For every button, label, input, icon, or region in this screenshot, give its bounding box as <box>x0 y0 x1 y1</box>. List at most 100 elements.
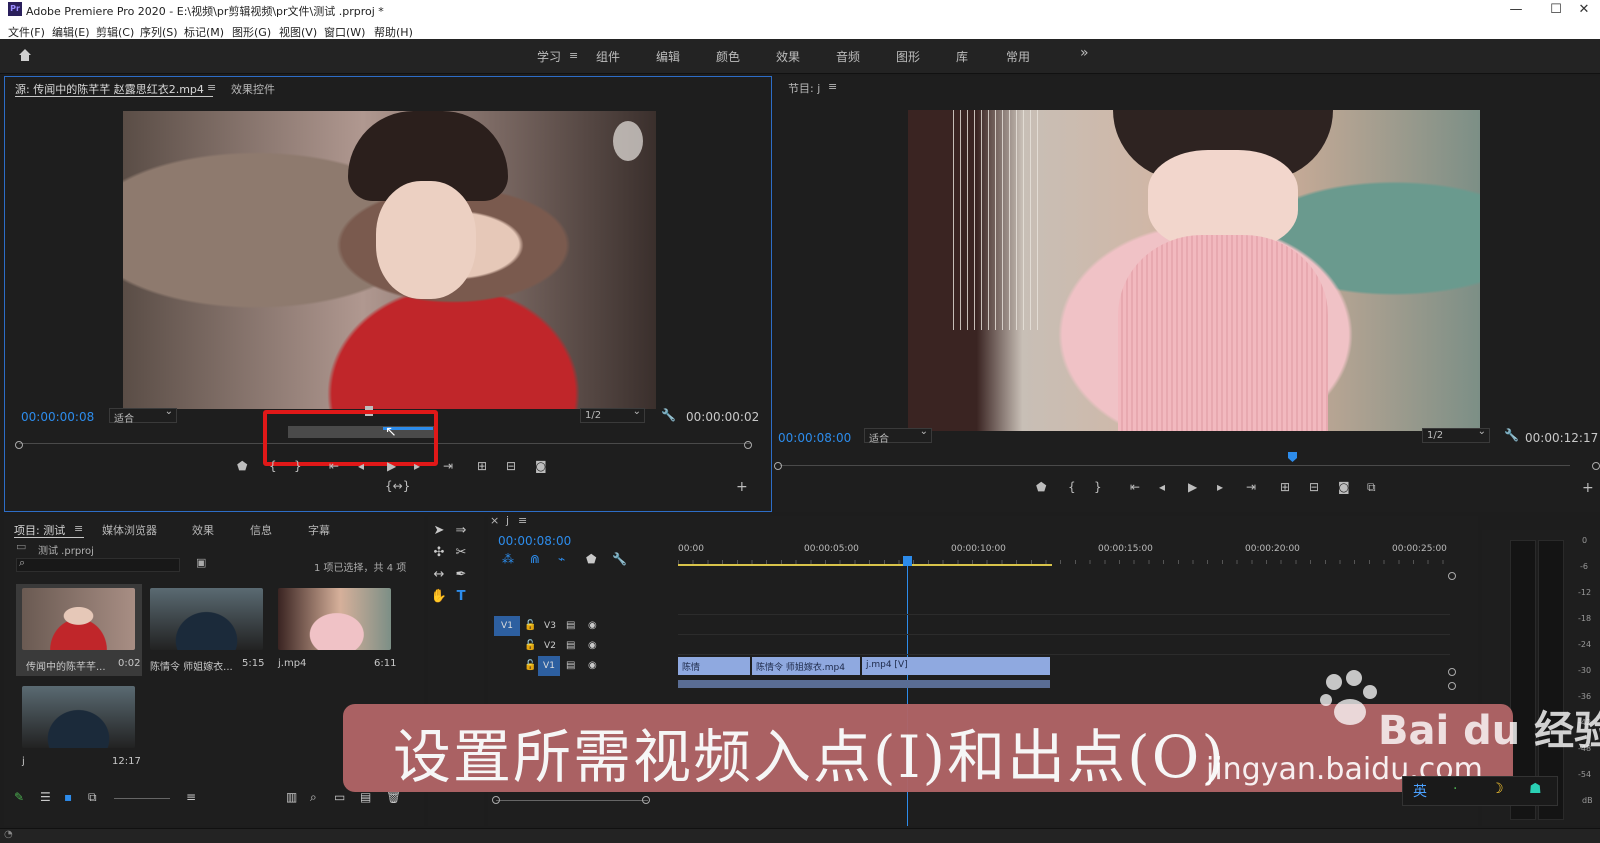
workspace-more-icon[interactable]: » <box>1080 45 1089 61</box>
overwrite-icon[interactable]: ⊟ <box>506 459 516 473</box>
program-step-back-icon[interactable]: ◂ <box>1159 480 1165 494</box>
eye-icon[interactable]: ◉ <box>588 660 597 671</box>
project-search-input[interactable] <box>16 558 180 572</box>
program-playhead-timecode[interactable]: 00:00:08:00 <box>778 431 851 445</box>
lock-icon[interactable]: 🔓 <box>524 620 536 631</box>
pencil-icon[interactable]: ✎ <box>14 790 24 804</box>
workspace-color[interactable]: 颜色 <box>716 48 740 65</box>
ripple-edit-tool-icon[interactable]: ✣ <box>430 544 448 562</box>
tab-media-browser[interactable]: 媒体浏览器 <box>102 522 157 538</box>
source-resolution-dropdown[interactable]: 1/2 <box>580 406 645 423</box>
comparison-view-icon[interactable]: ⧉ <box>1367 480 1376 495</box>
add-marker-icon[interactable]: ⬟ <box>237 459 247 473</box>
clip-chenqingling-mp4[interactable]: 陈情令 师姐嫁衣.mp4 <box>752 657 860 675</box>
timeline-zoom-right[interactable] <box>642 796 650 804</box>
menu-view[interactable]: 视图(V) <box>279 24 317 40</box>
track-label-v3[interactable]: V3 <box>540 616 560 636</box>
zoom-handle-left[interactable] <box>15 441 23 449</box>
program-video-frame[interactable] <box>908 110 1480 431</box>
v-scroll-handle-top[interactable] <box>1448 572 1456 580</box>
tab-info[interactable]: 信息 <box>250 522 272 538</box>
source-video-frame[interactable] <box>123 111 656 409</box>
zoom-handle-right[interactable] <box>744 441 752 449</box>
automate-to-sequence-icon[interactable]: ▥ <box>286 790 297 804</box>
workspace-audio[interactable]: 音频 <box>836 48 860 65</box>
tab-effects[interactable]: 效果 <box>192 522 214 538</box>
menu-clip[interactable]: 剪辑(C) <box>96 24 134 40</box>
workspace-editing[interactable]: 编辑 <box>656 48 680 65</box>
program-step-forward-icon[interactable]: ▸ <box>1217 480 1223 494</box>
timeline-zoom-left[interactable] <box>492 796 500 804</box>
sort-icon[interactable]: ≡ <box>186 790 196 804</box>
thumbnail-zoom-slider[interactable] <box>114 798 170 799</box>
panel-menu-icon[interactable]: ≡ <box>207 81 216 94</box>
work-area-bar[interactable] <box>678 564 1052 566</box>
program-export-frame-icon[interactable]: ◙ <box>1338 480 1350 494</box>
clip-chenqing[interactable]: 陈情 <box>678 657 750 675</box>
mark-in-icon[interactable]: { <box>269 459 277 473</box>
extract-icon[interactable]: ⊟ <box>1309 480 1319 494</box>
export-frame-icon[interactable]: ◙ <box>535 459 547 473</box>
track-label-v2[interactable]: V2 <box>540 636 560 656</box>
workspace-common[interactable]: 常用 <box>1006 48 1030 65</box>
close-tab-icon[interactable]: × <box>490 514 499 527</box>
workspace-learning[interactable]: 学习 <box>537 48 561 65</box>
type-tool-icon[interactable]: T <box>452 588 470 606</box>
program-playhead[interactable] <box>1288 452 1297 462</box>
eye-icon[interactable]: ◉ <box>588 640 597 651</box>
program-menu-icon[interactable]: ≡ <box>828 80 837 93</box>
program-mark-out-icon[interactable]: } <box>1094 480 1102 494</box>
menu-graphics[interactable]: 图形(G) <box>232 24 271 40</box>
step-back-icon[interactable]: ◂ <box>358 459 364 473</box>
nest-icon[interactable]: ⁂ <box>502 552 514 566</box>
ime-punct-icon[interactable]: · <box>1453 781 1457 797</box>
timeline-timecode[interactable]: 00:00:08:00 <box>498 534 571 548</box>
workspace-graphics[interactable]: 图形 <box>896 48 920 65</box>
menu-help[interactable]: 帮助(H) <box>374 24 413 40</box>
menu-marker[interactable]: 标记(M) <box>184 24 224 40</box>
thumbnail-j-mp4[interactable] <box>278 588 391 650</box>
clip-j-mp4[interactable]: j.mp4 [V] <box>862 657 1050 675</box>
lock-icon[interactable]: 🔓 <box>524 660 536 671</box>
icon-view-icon[interactable]: ▪ <box>64 790 72 804</box>
program-fit-dropdown[interactable]: 适合 <box>864 426 932 445</box>
ime-english-icon[interactable]: 英 <box>1413 781 1427 801</box>
razor-tool-icon[interactable]: ✂ <box>452 544 470 562</box>
menu-edit[interactable]: 编辑(E) <box>52 24 90 40</box>
tab-project[interactable]: 项目: 测试 <box>14 522 65 538</box>
program-zoom-handle-right[interactable] <box>1592 462 1600 470</box>
tab-captions[interactable]: 字幕 <box>308 522 330 538</box>
go-to-out-icon[interactable]: ⇥ <box>443 459 453 473</box>
home-icon[interactable] <box>17 47 33 63</box>
workspace-effects[interactable]: 效果 <box>776 48 800 65</box>
workspace-assembly[interactable]: 组件 <box>596 48 620 65</box>
linked-selection-icon[interactable]: ⌁ <box>558 552 565 566</box>
workspace-libraries[interactable]: 库 <box>956 48 968 65</box>
program-time-ruler[interactable] <box>780 465 1570 466</box>
step-forward-icon[interactable]: ▸ <box>414 459 420 473</box>
track-label-v1[interactable]: V1 <box>538 656 560 676</box>
mark-out-icon[interactable]: } <box>294 459 302 473</box>
list-view-icon[interactable]: ☰ <box>40 790 51 804</box>
audio-clip-strip[interactable] <box>678 680 1050 688</box>
thumbnail-chenqianqian[interactable] <box>22 588 135 650</box>
new-bin-icon[interactable]: ▭ <box>334 790 345 804</box>
play-icon[interactable]: ▶ <box>387 459 396 473</box>
ime-moon-icon[interactable]: ☽ <box>1491 781 1504 797</box>
timeline-menu-icon[interactable]: ≡ <box>518 514 527 527</box>
menu-window[interactable]: 窗口(W) <box>324 24 365 40</box>
lift-icon[interactable]: ⊞ <box>1280 480 1290 494</box>
find-icon[interactable]: ⌕ <box>310 790 317 805</box>
freeform-view-icon[interactable]: ⧉ <box>88 790 97 805</box>
timeline-marker-icon[interactable]: ⬟ <box>586 552 596 566</box>
timeline-settings-icon[interactable]: 🔧 <box>612 552 627 566</box>
menu-file[interactable]: 文件(F) <box>8 24 45 40</box>
wrench-icon[interactable]: 🔧 <box>661 408 676 422</box>
sync-lock-icon[interactable]: ▤ <box>566 660 575 671</box>
new-bin-from-search-icon[interactable]: ▣ <box>196 556 206 569</box>
tab-effect-controls[interactable]: 效果控件 <box>231 81 275 97</box>
thumbnail-sequence-j[interactable] <box>22 686 135 748</box>
tab-source[interactable]: 源: 传闻中的陈芊芊 赵露思红衣2.mp4 <box>15 81 204 97</box>
selection-tool-icon[interactable]: ➤ <box>430 522 448 540</box>
tab-timeline-j[interactable]: j <box>506 514 509 527</box>
